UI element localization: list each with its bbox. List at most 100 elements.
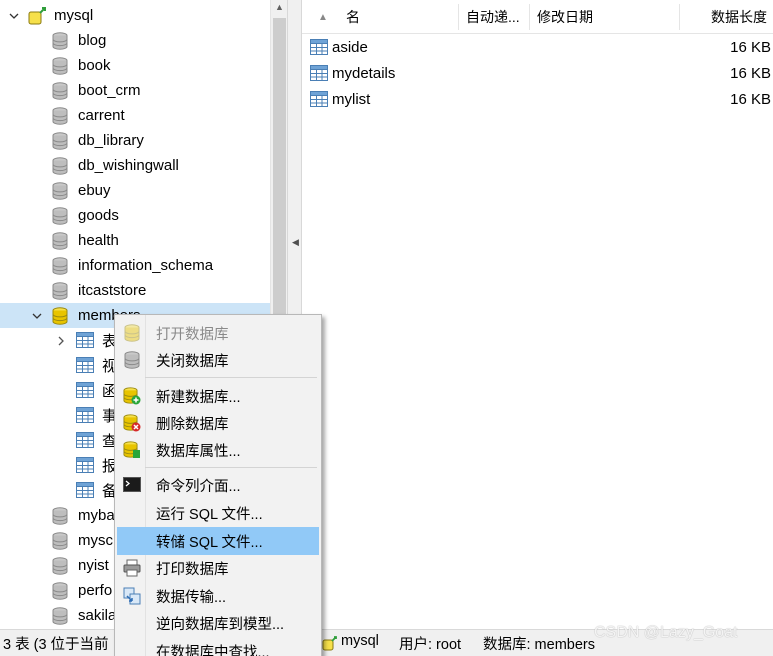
table-size: 16 KB: [730, 38, 771, 56]
database-icon: [52, 232, 68, 250]
database-icon: [52, 82, 68, 100]
printer-icon: [123, 559, 141, 577]
table-row[interactable]: mydetails 16 KB: [302, 60, 773, 86]
tree-db-item[interactable]: goods: [0, 203, 270, 228]
table-size: 16 KB: [730, 90, 771, 108]
table-icon: [310, 39, 328, 55]
col-data-size[interactable]: 数据长度: [711, 0, 767, 34]
db-label: mysc: [78, 532, 113, 549]
database-properties-icon: [123, 441, 140, 458]
database-add-icon: [123, 387, 141, 405]
connection-label: mysql: [54, 7, 94, 24]
db-label: book: [78, 57, 111, 74]
db-label: information_schema: [78, 257, 214, 274]
watermark: CSDN @Lazy_Goat: [594, 624, 738, 641]
db-label: goods: [78, 207, 119, 224]
db-label: db_library: [78, 132, 144, 149]
table-row[interactable]: aside 16 KB: [302, 34, 773, 60]
collapse-left-icon[interactable]: ◀: [292, 237, 299, 248]
scroll-thumb[interactable]: [273, 18, 286, 318]
status-database: 数据库: members: [483, 637, 595, 653]
view-icon: [76, 357, 94, 373]
tree-db-item[interactable]: book: [0, 53, 270, 78]
status-count: 3 表 (3 位于当前: [3, 637, 109, 653]
report-icon: [76, 457, 94, 473]
function-icon: [76, 382, 94, 398]
chevron-down-icon[interactable]: [32, 311, 42, 321]
database-icon: [52, 557, 68, 575]
menu-data-transfer[interactable]: 数据传输...: [117, 582, 319, 610]
database-open-icon: [52, 307, 68, 325]
table-icon: [310, 65, 328, 81]
terminal-icon: [123, 477, 141, 492]
database-icon: [52, 57, 68, 75]
db-label: db_wishingwall: [78, 157, 179, 174]
sort-asc-icon[interactable]: ▲: [318, 0, 328, 34]
tree-db-item[interactable]: boot_crm: [0, 78, 270, 103]
db-label: myba: [78, 507, 115, 524]
table-icon: [310, 91, 328, 107]
object-list: ▲ 名 自动递... 修改日期 数据长度 aside 16 KB mydetails…: [302, 0, 773, 629]
data-transfer-icon: [123, 587, 141, 605]
backup-icon: [76, 482, 94, 498]
tree-db-item[interactable]: ebuy: [0, 178, 270, 203]
db-label: health: [78, 232, 119, 249]
table-size: 16 KB: [730, 64, 771, 82]
tree-db-item[interactable]: db_wishingwall: [0, 153, 270, 178]
menu-open-db[interactable]: 打开数据库: [117, 319, 319, 347]
database-icon: [52, 157, 68, 175]
tree-db-item[interactable]: information_schema: [0, 253, 270, 278]
db-label: nyist: [78, 557, 109, 574]
menu-reverse-to-model[interactable]: 逆向数据库到模型...: [117, 609, 319, 637]
db-label: sakila: [78, 607, 117, 624]
db-label: carrent: [78, 107, 125, 124]
table-row[interactable]: mylist 16 KB: [302, 86, 773, 112]
database-icon: [52, 532, 68, 550]
database-delete-icon: [123, 414, 141, 432]
tree-db-item[interactable]: blog: [0, 28, 270, 53]
menu-delete-db[interactable]: 删除数据库: [117, 409, 319, 437]
menu-find-in-db[interactable]: 在数据库中查找...: [117, 637, 319, 656]
database-icon: [52, 582, 68, 600]
col-modified[interactable]: 修改日期: [537, 0, 593, 34]
menu-db-properties[interactable]: 数据库属性...: [117, 436, 319, 464]
chevron-right-icon[interactable]: [56, 336, 66, 346]
database-icon: [52, 257, 68, 275]
table-name: mylist: [332, 90, 371, 108]
menu-command-console[interactable]: 命令列介面...: [117, 471, 319, 499]
table-name: mydetails: [332, 64, 396, 82]
list-header: ▲ 名 自动递... 修改日期 数据长度: [302, 0, 773, 34]
menu-print-db[interactable]: 打印数据库: [117, 554, 319, 582]
database-icon: [52, 507, 68, 525]
db-label: blog: [78, 32, 107, 49]
tree-db-item[interactable]: carrent: [0, 103, 270, 128]
menu-new-db[interactable]: 新建数据库...: [117, 382, 319, 410]
tree-connection-mysql[interactable]: mysql: [0, 3, 270, 28]
chevron-down-icon[interactable]: [9, 11, 19, 21]
database-icon: [52, 182, 68, 200]
db-label: ebuy: [78, 182, 111, 199]
tree-db-item[interactable]: db_library: [0, 128, 270, 153]
event-icon: [76, 407, 94, 423]
menu-dump-sql[interactable]: 转储 SQL 文件...: [117, 527, 319, 555]
context-menu: 打开数据库 关闭数据库 新建数据库... 删除数据库 数据库属性... 命令列介…: [114, 314, 322, 656]
database-icon: [52, 107, 68, 125]
menu-run-sql[interactable]: 运行 SQL 文件...: [117, 499, 319, 527]
menu-close-db[interactable]: 关闭数据库: [117, 346, 319, 374]
table-name: aside: [332, 38, 368, 56]
navicat-window: mysql blog book boot_crmcarrent db_libraryd…: [0, 0, 773, 656]
database-icon: [52, 132, 68, 150]
database-icon: [123, 351, 141, 369]
database-icon: [52, 607, 68, 625]
col-name[interactable]: 名: [346, 0, 360, 34]
status-user: 用户: root: [399, 637, 462, 653]
database-icon: [52, 207, 68, 225]
connection-icon: [322, 636, 337, 651]
tree-db-item[interactable]: health: [0, 228, 270, 253]
tree-db-item[interactable]: itcaststore: [0, 278, 270, 303]
col-auto-increment[interactable]: 自动递...: [466, 0, 520, 34]
database-icon: [52, 282, 68, 300]
database-icon: [52, 32, 68, 50]
scroll-up-icon[interactable]: ▲: [275, 2, 284, 12]
db-label: boot_crm: [78, 82, 141, 99]
